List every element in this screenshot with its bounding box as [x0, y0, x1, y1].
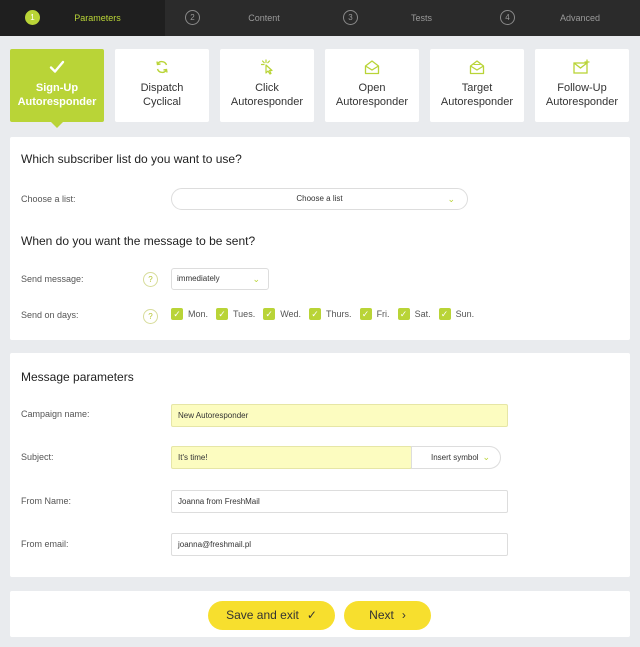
day-sunday[interactable]: ✓ Sun.: [438, 308, 475, 320]
day-label: Wed.: [280, 309, 302, 319]
chevron-right-icon: ›: [401, 608, 406, 622]
chevron-down-icon: ⌄: [482, 452, 490, 462]
step-content[interactable]: 2 Content: [165, 0, 323, 36]
type-label: Autoresponder: [335, 96, 409, 108]
step-parameters[interactable]: 1 Parameters: [0, 0, 165, 36]
type-label: Sign-Up: [35, 82, 79, 94]
choose-list-label: Choose a list:: [21, 194, 76, 204]
campaign-name-input[interactable]: New Autoresponder: [171, 404, 508, 427]
day-label: Mon.: [188, 309, 209, 319]
help-icon[interactable]: ?: [143, 272, 158, 287]
timing-heading: When do you want the message to be sent?: [21, 234, 256, 248]
day-tuesday[interactable]: ✓ Tues.: [216, 308, 255, 320]
campaign-name-label: Campaign name:: [21, 409, 90, 419]
envelope-target-icon: [468, 58, 486, 76]
type-label: Autoresponder: [17, 96, 97, 108]
step-advanced[interactable]: 4 Advanced: [480, 0, 640, 36]
insert-symbol-label: Insert symbol: [431, 453, 479, 462]
type-label: Cyclical: [143, 96, 181, 108]
type-signup-autoresponder[interactable]: Sign-Up Autoresponder: [10, 49, 104, 128]
params-heading: Message parameters: [21, 370, 134, 384]
step-label: Content: [248, 13, 280, 23]
save-label: Save and exit: [226, 608, 299, 622]
type-followup-autoresponder[interactable]: Follow-Up Autoresponder: [535, 49, 629, 122]
next-button[interactable]: Next ›: [344, 601, 431, 630]
checkbox-checked-icon[interactable]: ✓: [216, 308, 229, 320]
step-label: Parameters: [74, 13, 121, 23]
settings-panel: Which subscriber list do you want to use…: [10, 137, 630, 340]
checkbox-checked-icon[interactable]: ✓: [263, 308, 276, 320]
subject-input[interactable]: It's time!: [171, 446, 412, 469]
type-label: Autoresponder: [545, 96, 619, 108]
check-icon: ✓: [306, 608, 317, 622]
save-and-exit-button[interactable]: Save and exit ✓: [208, 601, 335, 630]
type-dispatch-cyclical[interactable]: Dispatch Cyclical: [115, 49, 209, 122]
refresh-icon: [153, 58, 171, 76]
checkbox-checked-icon[interactable]: ✓: [309, 308, 322, 320]
day-label: Fri.: [376, 309, 390, 319]
step-tests[interactable]: 3 Tests: [323, 0, 480, 36]
insert-symbol-button[interactable]: Insert symbol ⌄: [411, 446, 501, 469]
send-message-label: Send message:: [21, 274, 84, 284]
days-checkboxes: ✓ Mon. ✓ Tues. ✓ Wed. ✓ Thurs. ✓ Fri. ✓ Sat. ✓…: [171, 308, 482, 320]
actions-bar: Save and exit ✓ Next ›: [10, 591, 630, 637]
send-timing-value: immediately: [177, 274, 220, 283]
message-parameters-panel: Message parameters Campaign name: New Au…: [10, 353, 630, 577]
check-icon: [48, 58, 66, 76]
type-label: Autoresponder: [440, 96, 514, 108]
day-friday[interactable]: ✓ Fri.: [359, 308, 390, 320]
day-label: Tues.: [233, 309, 256, 319]
type-label: Click: [255, 82, 279, 94]
type-label: Target: [461, 82, 493, 94]
send-days-label: Send on days:: [21, 310, 79, 320]
type-label: Follow-Up: [557, 82, 607, 94]
type-label: Dispatch: [140, 82, 184, 94]
cursor-click-icon: [258, 58, 276, 76]
from-name-input[interactable]: Joanna from FreshMail: [171, 490, 508, 513]
day-label: Sat.: [414, 309, 431, 319]
type-target-autoresponder[interactable]: Target Autoresponder: [430, 49, 524, 122]
day-label: Sun.: [455, 309, 475, 319]
subject-label: Subject:: [21, 452, 54, 462]
list-select[interactable]: Choose a list ⌄: [171, 188, 468, 210]
from-email-input[interactable]: joanna@freshmail.pl: [171, 533, 508, 556]
checkbox-checked-icon[interactable]: ✓: [438, 308, 451, 320]
day-monday[interactable]: ✓ Mon.: [171, 308, 208, 320]
day-label: Thurs.: [326, 309, 352, 319]
list-heading: Which subscriber list do you want to use…: [21, 152, 242, 166]
step-label: Advanced: [559, 13, 601, 23]
send-timing-select[interactable]: immediately ⌄: [171, 268, 269, 290]
autoresponder-types: Sign-Up Autoresponder Dispatch Cyclical …: [10, 49, 630, 128]
type-label: Open: [358, 82, 386, 94]
day-wednesday[interactable]: ✓ Wed.: [263, 308, 301, 320]
checkbox-checked-icon[interactable]: ✓: [359, 308, 372, 320]
from-name-label: From Name:: [21, 496, 72, 506]
day-saturday[interactable]: ✓ Sat.: [397, 308, 431, 320]
type-open-autoresponder[interactable]: Open Autoresponder: [325, 49, 419, 122]
help-icon[interactable]: ?: [143, 309, 158, 324]
type-click-autoresponder[interactable]: Click Autoresponder: [220, 49, 314, 122]
chevron-down-icon: ⌄: [252, 274, 260, 284]
envelope-open-icon: [363, 58, 381, 76]
envelope-followup-icon: [573, 58, 591, 76]
type-label: Autoresponder: [230, 96, 304, 108]
from-email-label: From email:: [21, 539, 69, 549]
next-label: Next: [369, 608, 394, 622]
day-thursday[interactable]: ✓ Thurs.: [309, 308, 352, 320]
chevron-down-icon: ⌄: [447, 194, 455, 204]
wizard-steps: 1 Parameters 2 Content 3 Tests 4 Advance…: [0, 0, 640, 36]
list-select-value: Choose a list: [296, 194, 343, 203]
step-label: Tests: [410, 13, 432, 23]
checkbox-checked-icon[interactable]: ✓: [397, 308, 410, 320]
checkbox-checked-icon[interactable]: ✓: [171, 308, 183, 320]
